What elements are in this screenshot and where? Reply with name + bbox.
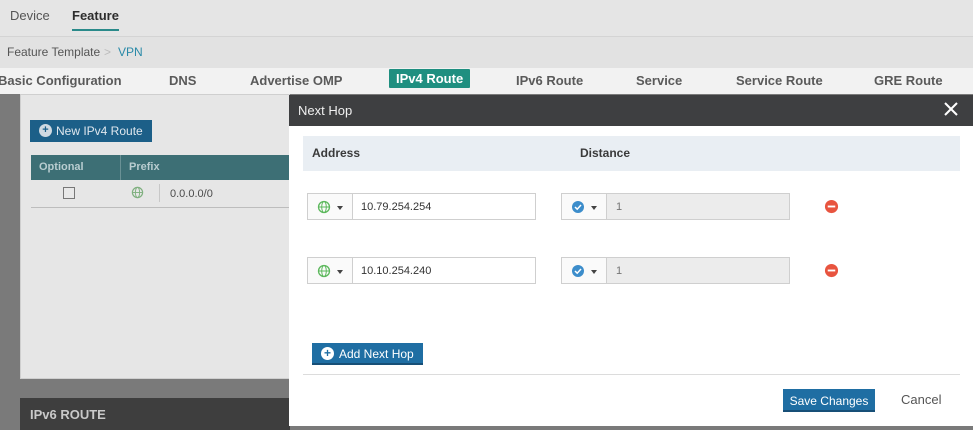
globe-icon (317, 200, 331, 214)
top-nav: Device Feature (0, 0, 973, 36)
add-next-hop-label: Add Next Hop (339, 347, 414, 361)
chevron-down-icon (337, 270, 343, 274)
section-tab-dns[interactable]: DNS (169, 73, 196, 88)
chevron-down-icon (337, 206, 343, 210)
distance-type-dropdown[interactable] (561, 257, 607, 284)
section-tab-service-route[interactable]: Service Route (736, 73, 823, 88)
breadcrumb: Feature Template > VPN (0, 36, 973, 68)
address-input[interactable] (352, 257, 536, 284)
chevron-down-icon (591, 270, 597, 274)
ipv6-route-header[interactable]: IPv6 ROUTE (20, 398, 290, 430)
breadcrumb-vpn: VPN (118, 45, 143, 59)
section-tab-gre-route[interactable]: GRE Route (874, 73, 943, 88)
minus-circle-icon[interactable] (824, 263, 839, 278)
distance-type-dropdown[interactable] (561, 193, 607, 220)
next-hop-row (307, 193, 947, 221)
globe-icon (131, 186, 144, 199)
breadcrumb-separator: > (104, 45, 112, 59)
plus-icon: + (39, 124, 52, 137)
plus-icon: + (321, 347, 334, 360)
close-icon[interactable] (941, 99, 961, 119)
table-row[interactable]: 0.0.0.0/0 (31, 180, 290, 208)
column-prefix: Prefix (129, 161, 160, 173)
address-type-dropdown[interactable] (307, 193, 353, 220)
prefix-value: 0.0.0.0/0 (170, 188, 213, 200)
distance-input[interactable] (606, 257, 790, 284)
optional-checkbox[interactable] (63, 187, 75, 199)
address-type-dropdown[interactable] (307, 257, 353, 284)
tab-device[interactable]: Device (10, 8, 50, 23)
minus-circle-icon[interactable] (824, 199, 839, 214)
column-address: Address (312, 146, 361, 160)
new-ipv4-route-label: New IPv4 Route (56, 124, 143, 138)
next-hop-table-header: Address Distance (303, 136, 960, 171)
section-tab-basic-configuration[interactable]: Basic Configuration (0, 73, 122, 88)
next-hop-modal: Next Hop Address Distance 10.79.254.254 … (289, 95, 973, 426)
next-hop-row (307, 257, 947, 285)
chevron-down-icon (591, 206, 597, 210)
section-tab-service[interactable]: Service (636, 73, 682, 88)
ipv4-table-header: Optional Prefix (31, 155, 290, 180)
address-input[interactable] (352, 193, 536, 220)
section-tabs: Basic Configuration DNS Advertise OMP IP… (0, 68, 973, 94)
check-circle-icon (572, 201, 584, 213)
modal-header: Next Hop (289, 95, 973, 126)
save-changes-button[interactable]: Save Changes (783, 389, 875, 412)
distance-input[interactable] (606, 193, 790, 220)
section-tab-ipv6-route[interactable]: IPv6 Route (516, 73, 583, 88)
modal-divider (303, 374, 960, 375)
add-next-hop-button[interactable]: + Add Next Hop (312, 343, 423, 365)
section-tab-advertise-omp[interactable]: Advertise OMP (250, 73, 342, 88)
column-optional: Optional (39, 161, 84, 173)
check-circle-icon (572, 265, 584, 277)
new-ipv4-route-button[interactable]: + New IPv4 Route (30, 120, 152, 142)
section-tab-ipv4-route[interactable]: IPv4 Route (389, 69, 471, 88)
globe-icon (317, 264, 331, 278)
modal-title: Next Hop (298, 103, 353, 118)
column-distance: Distance (580, 146, 631, 160)
breadcrumb-feature-template[interactable]: Feature Template (7, 45, 100, 59)
cancel-button[interactable]: Cancel (901, 392, 941, 407)
tab-feature[interactable]: Feature (72, 8, 119, 31)
